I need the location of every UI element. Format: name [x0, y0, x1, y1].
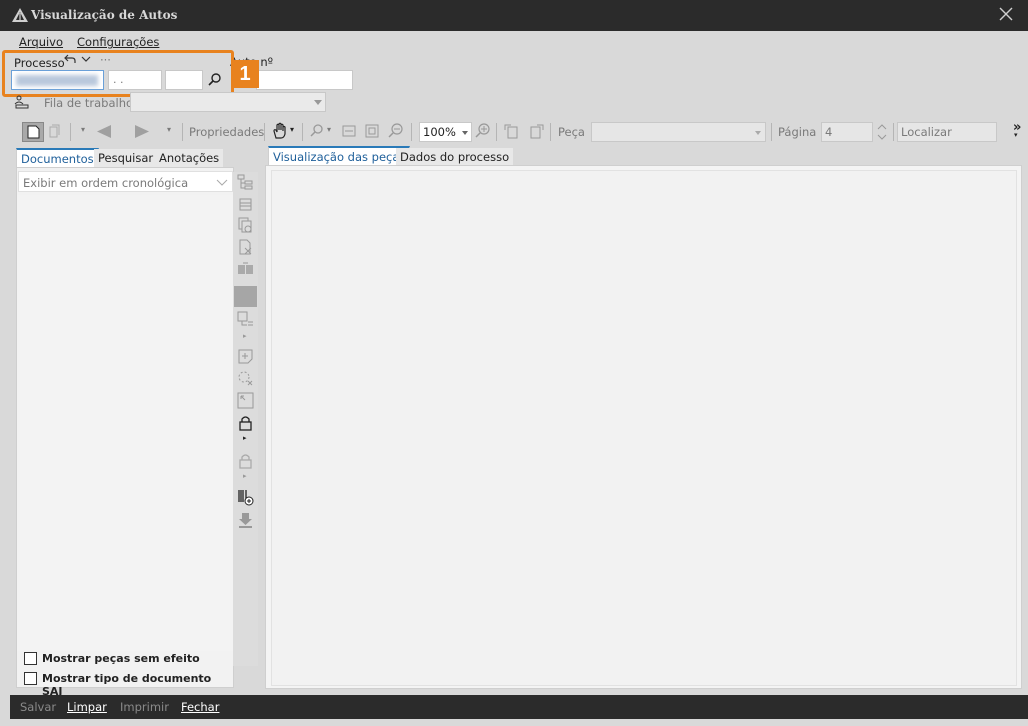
fila-trabalho-label: Fila de trabalho: [44, 96, 134, 110]
tab-documentos[interactable]: Documentos: [16, 148, 99, 168]
chevron-down-icon: [755, 131, 761, 135]
checkbox-tipo-saj[interactable]: [24, 672, 37, 685]
nav-forward-dropdown-icon[interactable]: ▾: [167, 125, 171, 134]
zoom-search-icon[interactable]: [309, 123, 325, 139]
rotate-right-icon[interactable]: [527, 122, 545, 140]
left-tabs: Documentos Pesquisar Anotações: [10, 146, 262, 168]
single-page-mode-button[interactable]: [22, 122, 44, 142]
hand-tool-dropdown-icon[interactable]: ▾: [290, 125, 294, 134]
fila-trabalho-select[interactable]: [130, 92, 326, 112]
limpar-button[interactable]: Limpar: [67, 700, 107, 714]
previous-icon[interactable]: [95, 124, 113, 139]
zoom-select[interactable]: 100%: [419, 122, 472, 142]
window-title: Visualização de Autos: [31, 8, 178, 22]
chevron-down-icon: [216, 179, 228, 186]
documents-panel: Exibir em ordem cronológica Mostrar peça…: [16, 167, 234, 698]
clear-selection-icon[interactable]: [237, 370, 254, 387]
submenu-arrow-icon: ▸: [243, 472, 247, 480]
step-badge: 1: [231, 60, 259, 88]
tab-anotacoes[interactable]: Anotações: [155, 149, 224, 167]
barcode-add-icon[interactable]: [237, 489, 254, 506]
lock-icon[interactable]: [237, 414, 254, 431]
add-note-icon[interactable]: [237, 348, 254, 365]
localizar-input[interactable]: Localizar: [897, 122, 997, 142]
multi-page-icon[interactable]: [47, 124, 62, 139]
chevron-down-icon: [314, 100, 322, 105]
selected-tool-button[interactable]: [234, 286, 257, 307]
zoom-out-icon[interactable]: [388, 123, 404, 139]
page-icon: [27, 125, 40, 139]
viewer-canvas[interactable]: [271, 170, 1017, 686]
tab-dados-processo[interactable]: Dados do processo: [396, 148, 514, 166]
salvar-button[interactable]: Salvar: [20, 700, 56, 714]
title-bar: Visualização de Autos: [0, 0, 1028, 31]
highlight-box: [2, 50, 234, 97]
menu-configuracoes[interactable]: Configurações: [77, 35, 159, 49]
documents-tree[interactable]: [17, 195, 233, 651]
close-icon[interactable]: [998, 6, 1014, 22]
menu-arquivo[interactable]: Arquivo: [19, 35, 63, 49]
propriedades-button[interactable]: Propriedades: [189, 125, 264, 139]
checkbox-sem-efeito[interactable]: [24, 652, 37, 665]
unlock-icon[interactable]: [237, 452, 254, 469]
menu-bar: Arquivo Configurações: [0, 31, 1028, 51]
peca-label: Peça: [558, 125, 585, 139]
pagina-input[interactable]: 4: [821, 122, 873, 142]
auto-numero-field[interactable]: [256, 70, 353, 90]
remove-document-icon[interactable]: [237, 239, 254, 256]
fechar-button[interactable]: Fechar: [181, 700, 219, 714]
merge-documents-icon[interactable]: [237, 261, 254, 278]
document-list-icon[interactable]: [237, 311, 254, 328]
tree-view-icon[interactable]: [237, 174, 254, 191]
imprimir-button[interactable]: Imprimir: [120, 700, 169, 714]
next-icon[interactable]: [133, 124, 151, 139]
copy-documents-icon[interactable]: [237, 217, 254, 234]
document-viewer[interactable]: [265, 165, 1022, 689]
action-bar: Salvar Limpar Imprimir Fechar: [10, 695, 1028, 719]
list-view-icon[interactable]: [237, 196, 254, 213]
fit-width-icon[interactable]: [342, 124, 356, 138]
zoom-in-icon[interactable]: [475, 123, 491, 139]
zoom-dropdown-icon[interactable]: ▾: [327, 125, 331, 134]
select-area-icon[interactable]: [237, 392, 254, 409]
documents-toolbar: ▸ ▸ ▸: [233, 172, 258, 666]
tab-pesquisar[interactable]: Pesquisar: [94, 149, 158, 167]
workflow-icon: [14, 95, 29, 109]
peca-select[interactable]: [591, 122, 766, 142]
submenu-arrow-icon: ▸: [243, 434, 247, 442]
main-window: Visualização de Autos Arquivo Configuraç…: [0, 0, 1028, 726]
hand-tool-icon[interactable]: [271, 122, 289, 140]
submenu-arrow-icon: ▸: [243, 332, 247, 340]
download-icon[interactable]: [237, 512, 254, 529]
tab-visualizacao-pecas[interactable]: Visualização das peças: [268, 146, 411, 166]
pagina-label: Página: [778, 125, 817, 139]
rotate-left-icon[interactable]: [503, 122, 521, 140]
chevron-down-icon: [462, 131, 468, 135]
app-logo-icon: [12, 8, 28, 22]
fit-page-icon[interactable]: [365, 124, 379, 138]
nav-back-dropdown-icon[interactable]: ▾: [81, 125, 85, 134]
checkbox-sem-efeito-label[interactable]: Mostrar peças sem efeito: [42, 652, 200, 665]
toolbar-overflow-arrow-icon[interactable]: ▾: [1014, 131, 1018, 139]
order-select[interactable]: Exibir em ordem cronológica: [18, 171, 233, 192]
page-spinner-icon[interactable]: [877, 122, 887, 142]
